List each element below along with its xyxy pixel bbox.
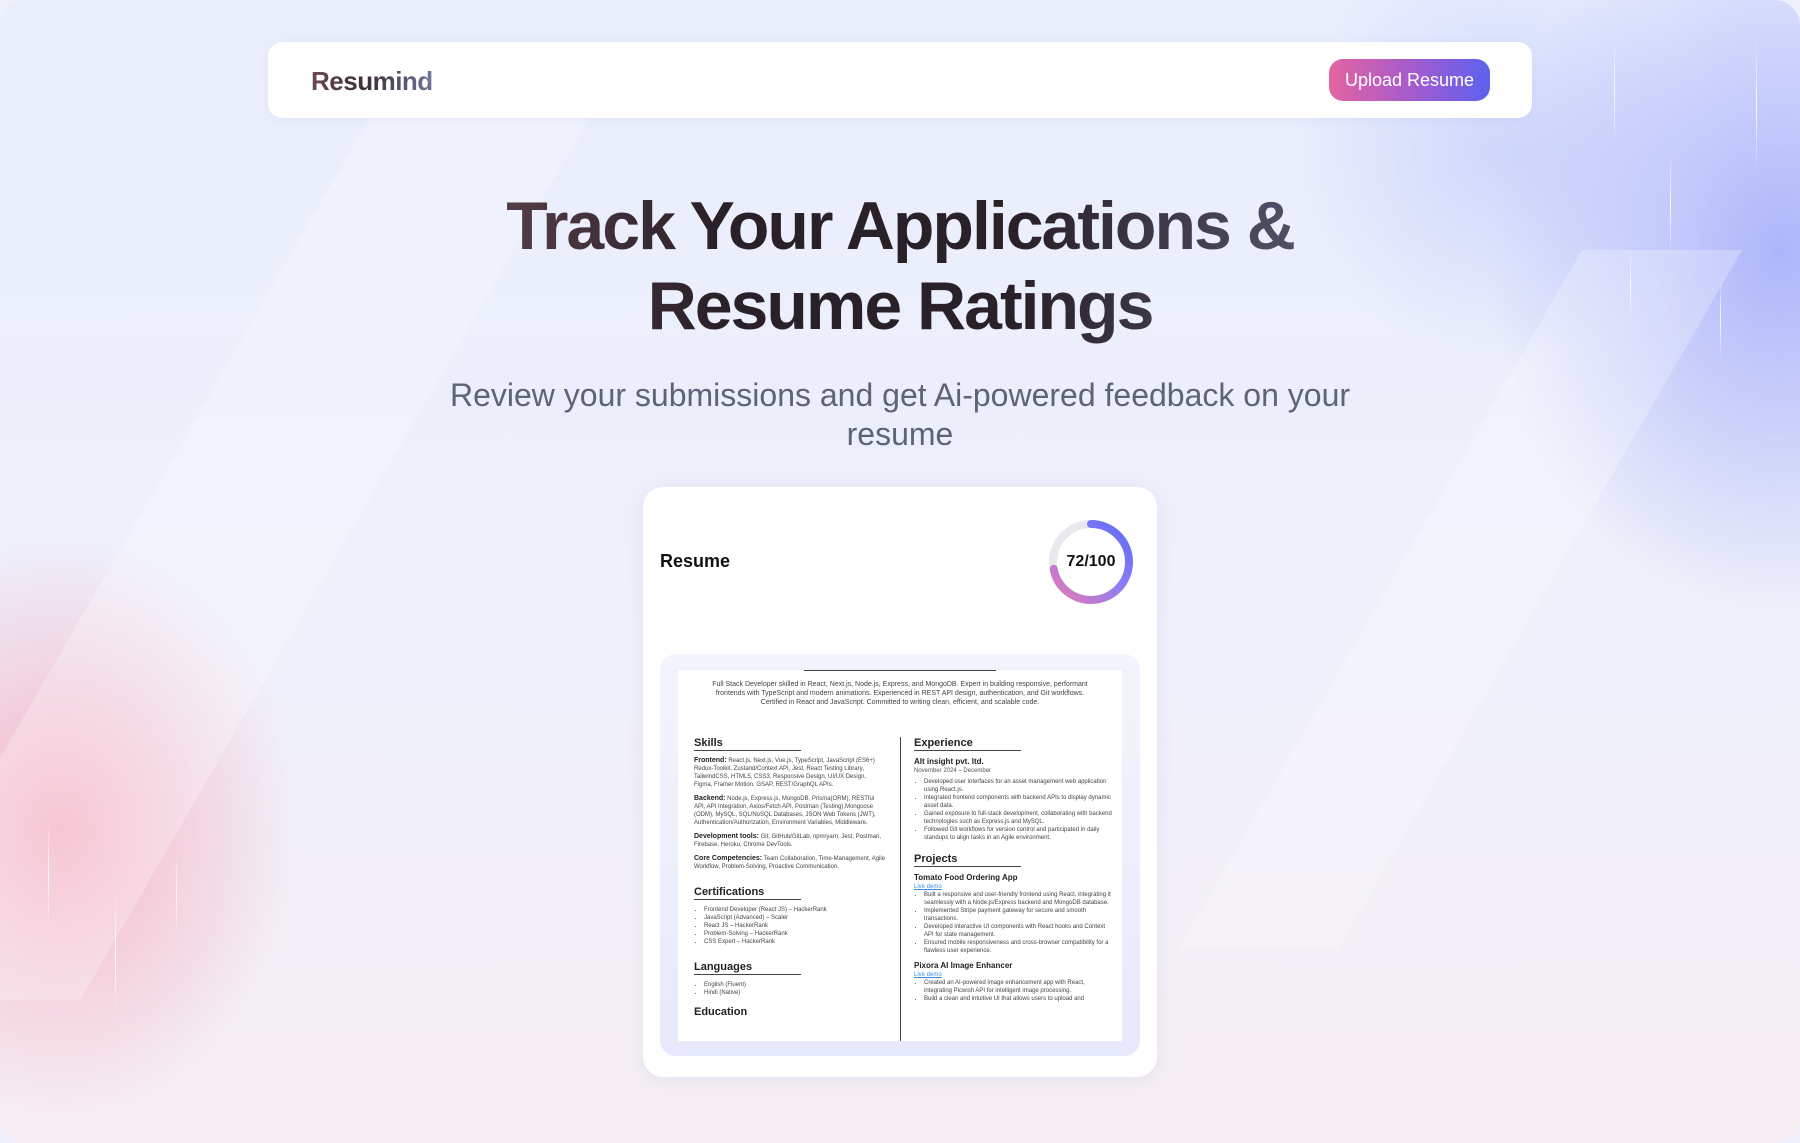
experience-list: Developed user interfaces for an asset m… — [914, 778, 1114, 842]
project-live-demo-link[interactable]: Live demo — [914, 883, 1114, 891]
experience-bullet: Developed user interfaces for an asset m… — [924, 778, 1114, 794]
skills-heading: Skills — [694, 736, 801, 751]
preview-summary: Full Stack Developer skilled in React, N… — [712, 681, 1088, 706]
languages-list: English (Fluent)Hindi (Native) — [694, 981, 886, 997]
skill-label: Development tools: — [694, 833, 759, 840]
light-streak — [1670, 150, 1671, 260]
light-streak — [1720, 280, 1721, 360]
brand-logo[interactable]: Resumind — [311, 66, 433, 97]
preview-left-column: Skills Frontend: React.js, Next.js, Vue.… — [694, 736, 886, 1025]
certification-item: React JS – HackerRank — [704, 922, 886, 930]
preview-top-rule — [804, 670, 996, 671]
language-item: English (Fluent) — [704, 981, 886, 989]
certification-item: Problem-Solving – HackerRank — [704, 930, 886, 938]
score-value: 72/100 — [1066, 553, 1116, 570]
project-bullet: Created an AI-powered image enhancement … — [924, 979, 1114, 995]
project-bullet: Built a responsive and user-friendly fro… — [924, 891, 1114, 907]
light-streak — [48, 820, 49, 930]
resume-preview-page: Full Stack Developer skilled in React, N… — [678, 670, 1122, 1041]
light-streak — [1614, 35, 1615, 145]
education-heading: Education — [694, 1006, 748, 1018]
experience-heading: Experience — [914, 736, 1021, 751]
upload-resume-button[interactable]: Upload Resume — [1329, 59, 1490, 101]
certification-item: JavaScript (Advanced) – Scaler — [704, 914, 886, 922]
experience-bullet: Followed Git workflows for version contr… — [924, 826, 1114, 842]
page-title-line1: Track Your Applications & — [506, 188, 1294, 264]
skill-label: Frontend: — [694, 757, 727, 764]
company-name: Alt insight pvt. ltd. — [914, 757, 984, 766]
skill-label: Core Competencies: — [694, 855, 763, 862]
skill-block: Development tools: Git, GitHub/GitLab, n… — [694, 833, 886, 849]
project-live-demo-link[interactable]: Live demo — [914, 971, 1114, 979]
skills-list: Frontend: React.js, Next.js, Vue.js, Typ… — [694, 757, 886, 871]
light-streak — [176, 855, 177, 935]
skill-label: Backend: — [694, 795, 726, 802]
background-sheen — [1177, 250, 1743, 950]
preview-column-divider — [900, 737, 901, 1041]
light-streak — [1630, 250, 1631, 320]
light-streak — [1756, 35, 1757, 175]
company-date: November 2024 – December — [914, 768, 992, 774]
project-title: Tomato Food Ordering App — [914, 873, 1018, 882]
skill-block: Frontend: React.js, Next.js, Vue.js, Typ… — [694, 757, 886, 789]
experience-bullet: Gained exposure to full-stack developmen… — [924, 810, 1114, 826]
project-bullet: Build a clean and intuitive UI that allo… — [924, 995, 1114, 1003]
project-title: Pixora AI Image Enhancer — [914, 961, 1013, 970]
resume-card[interactable]: Resume 72/100 Full Stack Developer skill… — [643, 487, 1157, 1077]
language-item: Hindi (Native) — [704, 989, 886, 997]
navbar: Resumind Upload Resume — [268, 42, 1532, 118]
project-bullets: Built a responsive and user-friendly fro… — [914, 891, 1114, 955]
resume-preview[interactable]: Full Stack Developer skilled in React, N… — [660, 654, 1140, 1056]
projects-heading: Projects — [914, 852, 1021, 867]
project-bullet: Implemented Stripe payment gateway for s… — [924, 907, 1114, 923]
certification-item: CSS Expert – HackerRank — [704, 938, 886, 946]
resume-card-title: Resume — [660, 551, 731, 571]
certifications-heading: Certifications — [694, 885, 801, 900]
light-streak — [115, 890, 116, 1020]
languages-heading: Languages — [694, 960, 801, 975]
page-title-line2: Resume Ratings — [647, 268, 1153, 344]
experience-bullet: Integrated frontend components with back… — [924, 794, 1114, 810]
certifications-list: Frontend Developer (React JS) – HackerRa… — [694, 906, 886, 946]
certification-item: Frontend Developer (React JS) – HackerRa… — [704, 906, 886, 914]
project-bullet: Developed interactive UI components with… — [924, 923, 1114, 939]
preview-right-column: Experience Alt insight pvt. ltd. Novembe… — [914, 736, 1114, 1003]
page-title: Track Your Applications & Resume Ratings — [300, 186, 1500, 346]
skill-block: Core Competencies: Team Collaboration, T… — [694, 855, 886, 871]
skill-block: Backend: Node.js, Express.js, MongoDB, P… — [694, 795, 886, 827]
project-bullet: Ensured mobile responsiveness and cross-… — [924, 939, 1114, 955]
project-bullets: Created an AI-powered image enhancement … — [914, 979, 1114, 1003]
page-subtitle: Review your submissions and get Ai-power… — [449, 377, 1351, 452]
